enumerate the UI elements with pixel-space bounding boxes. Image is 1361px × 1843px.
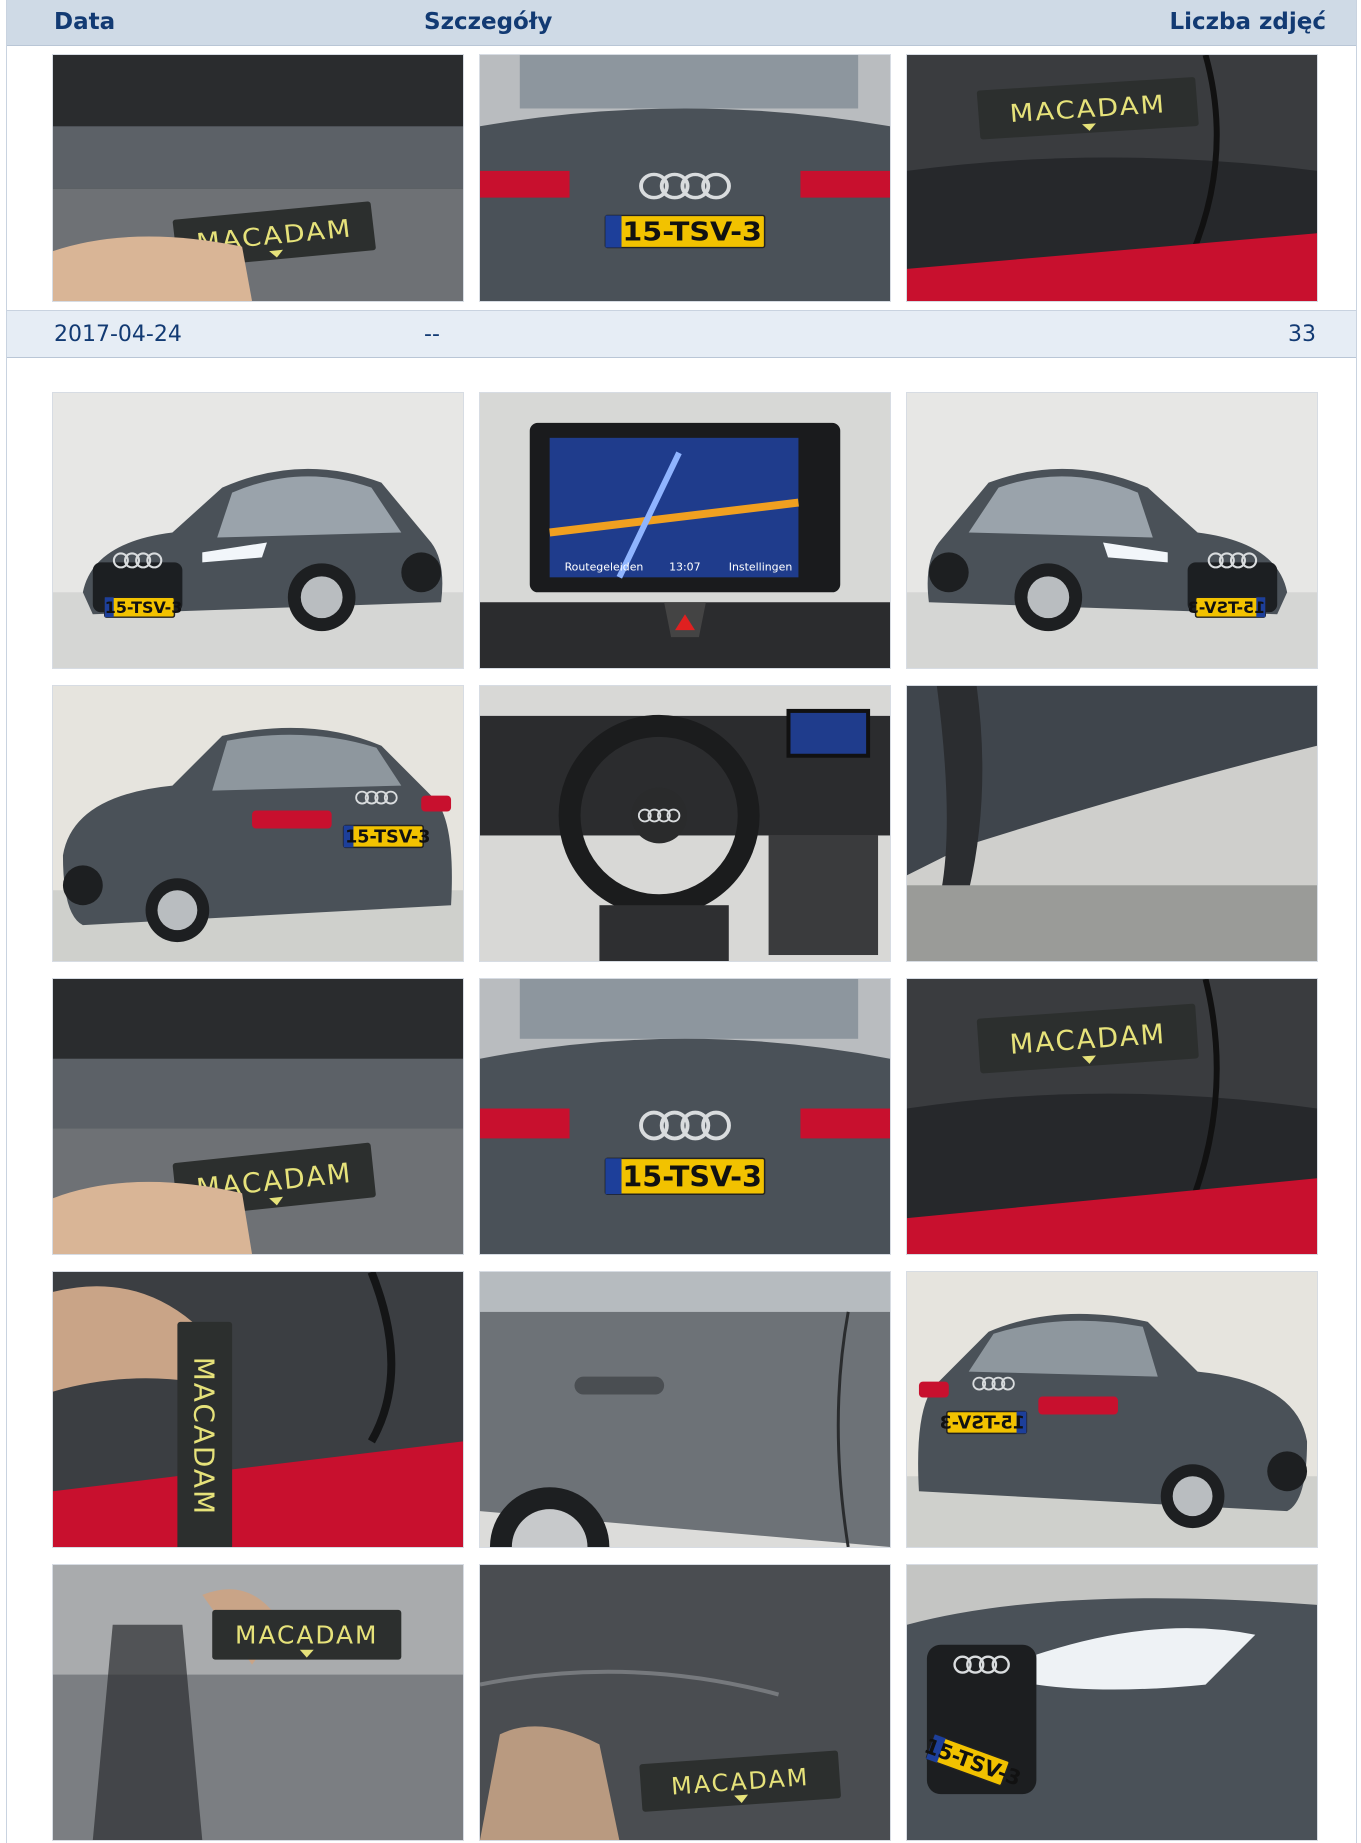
column-header-photo-count[interactable]: Liczba zdjęć	[1169, 9, 1326, 35]
svg-text:15-TSV-3: 15-TSV-3	[622, 218, 762, 247]
svg-text:15-TSV-3: 15-TSV-3	[105, 598, 183, 617]
svg-text:13:07: 13:07	[669, 560, 701, 573]
vehicle-photo-vertical-ruler[interactable]: MACADAM	[52, 1271, 464, 1548]
vehicle-photo-reflection-ruler[interactable]: MACADAM	[52, 1564, 464, 1841]
photo-image: MACADAM	[53, 1565, 463, 1840]
vehicle-photo-taillight-ruler[interactable]: MACADAM	[906, 54, 1318, 302]
svg-text:MACADAM: MACADAM	[187, 1357, 220, 1516]
photo-image: 15-TSV-3	[53, 686, 463, 961]
vehicle-photo-door[interactable]	[479, 1271, 891, 1548]
photo-image	[907, 686, 1317, 961]
vehicle-photo-ruler-bumper[interactable]: MACADAM	[52, 978, 464, 1255]
photo-image: Routegeleiden 13:07 Instellingen	[480, 393, 890, 668]
vehicle-photo-rear-trunk[interactable]: 15-TSV-3	[479, 978, 891, 1255]
svg-text:15-TSV-3: 15-TSV-3	[1188, 598, 1266, 617]
photo-image	[480, 1272, 890, 1547]
photo-image: MACADAM	[53, 1272, 463, 1547]
photo-image: MACADAM	[907, 979, 1317, 1254]
vehicle-photo-car-rear-left[interactable]: 15-TSV-3	[52, 685, 464, 962]
vehicle-photo-rear-trunk[interactable]: 15-TSV-3	[479, 54, 891, 302]
vehicle-photo-taillight-ruler[interactable]: MACADAM	[906, 978, 1318, 1255]
photo-image: 15-TSV-3	[480, 55, 890, 301]
column-header-date[interactable]: Data	[54, 9, 115, 35]
row-details: --	[424, 322, 440, 347]
vehicle-photo-interior[interactable]	[479, 685, 891, 962]
vehicle-photo-scratch-ruler[interactable]: MACADAM	[479, 1564, 891, 1841]
photo-image: 15-TSV-3	[907, 393, 1317, 668]
vehicle-photo-car-front-left[interactable]: 15-TSV-3	[52, 392, 464, 669]
column-header-details[interactable]: Szczegóły	[424, 9, 552, 35]
photo-image: 15-TSV-3	[907, 1565, 1317, 1840]
svg-text:Instellingen: Instellingen	[729, 560, 792, 573]
results-table: Data Szczegóły Liczba zdjęć MACADAM 15-T…	[6, 0, 1357, 1843]
svg-text:15-TSV-3: 15-TSV-3	[940, 1414, 1025, 1434]
photo-image: MACADAM	[53, 979, 463, 1254]
photo-image: MACADAM	[53, 55, 463, 301]
table-row[interactable]: 2017-04-24 -- 33	[7, 310, 1356, 358]
photo-image: MACADAM	[907, 55, 1317, 301]
svg-text:15-TSV-3: 15-TSV-3	[622, 1159, 762, 1193]
vehicle-photo-ruler-bumper[interactable]: MACADAM	[52, 54, 464, 302]
vehicle-photo-car-front-right[interactable]: 15-TSV-3	[906, 392, 1318, 669]
photo-image: MACADAM	[480, 1565, 890, 1840]
photo-image	[480, 686, 890, 961]
svg-text:MACADAM: MACADAM	[235, 1621, 378, 1650]
photo-image: 15-TSV-3	[907, 1272, 1317, 1547]
photo-image: 15-TSV-3	[480, 979, 890, 1254]
vehicle-photo-headlight[interactable]: 15-TSV-3	[906, 1564, 1318, 1841]
svg-text:Routegeleiden: Routegeleiden	[565, 560, 644, 573]
vehicle-photo-side-skirt[interactable]	[906, 685, 1318, 962]
row-photo-count: 33	[1288, 322, 1316, 347]
vehicle-photo-nav-screen[interactable]: Routegeleiden 13:07 Instellingen	[479, 392, 891, 669]
photo-image: 15-TSV-3	[53, 393, 463, 668]
svg-text:15-TSV-3: 15-TSV-3	[345, 828, 430, 848]
table-header: Data Szczegóły Liczba zdjęć	[7, 0, 1356, 46]
vehicle-photo-car-rear-right[interactable]: 15-TSV-3	[906, 1271, 1318, 1548]
row-date: 2017-04-24	[54, 322, 182, 347]
